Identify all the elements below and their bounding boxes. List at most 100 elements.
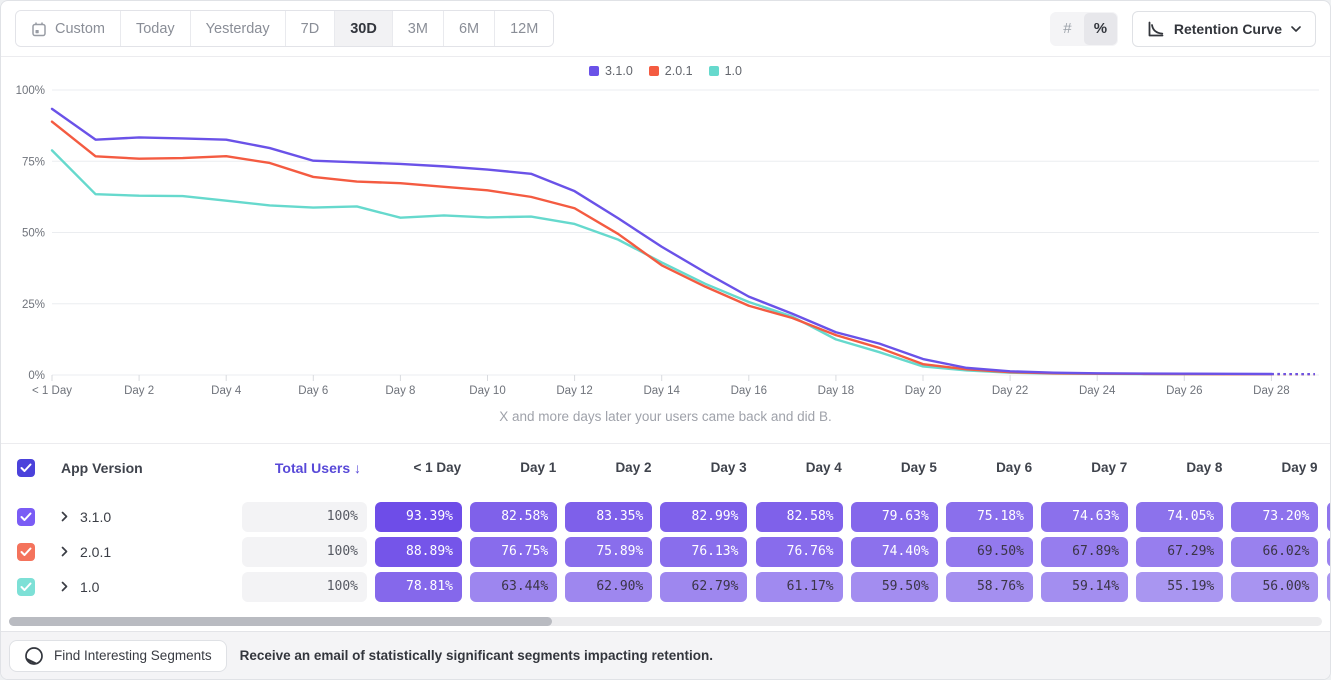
total-users-cell[interactable]: 100% [242,537,367,567]
range-3m-button[interactable]: 3M [392,11,443,46]
sort-descending-arrow: ↓ [354,460,361,476]
column-header-day[interactable]: Day 9 [1227,460,1322,475]
range-custom-button[interactable]: Custom [16,11,120,46]
retention-value-cell[interactable]: 82.58% [470,502,557,532]
retention-value-cell[interactable]: 69.50% [946,537,1033,567]
calendar-icon [31,21,47,37]
range-yesterday-button[interactable]: Yesterday [190,11,285,46]
retention-value-cell-clipped[interactable] [1327,537,1330,567]
svg-text:Day 22: Day 22 [992,385,1028,397]
legend-item-1-0[interactable]: 1.0 [709,64,742,78]
retention-value-cell[interactable]: 75.89% [565,537,652,567]
toolbar: Custom Today Yesterday 7D 30D 3M 6M 12M … [1,1,1330,57]
segments-icon [24,646,44,666]
total-users-cell[interactable]: 100% [242,572,367,602]
row-checkbox[interactable] [17,543,35,561]
footer-message: Receive an email of statistically signif… [240,648,713,663]
row-expander-chevron-icon[interactable] [61,581,68,592]
column-header-day[interactable]: Day 2 [561,460,656,475]
total-users-cell[interactable]: 100% [242,502,367,532]
retention-value-cell[interactable]: 82.58% [756,502,843,532]
legend-item-3-1-0[interactable]: 3.1.0 [589,64,633,78]
retention-value-cell[interactable]: 56.00% [1231,572,1318,602]
retention-value-cell[interactable]: 83.35% [565,502,652,532]
column-header-day[interactable]: Day 8 [1132,460,1227,475]
retention-value-cell[interactable]: 59.14% [1041,572,1128,602]
unit-toggle: # % [1050,12,1118,46]
range-6m-button[interactable]: 6M [443,11,494,46]
svg-text:Day 6: Day 6 [298,385,328,397]
retention-value-cell[interactable]: 76.75% [470,537,557,567]
retention-value-cell[interactable]: 58.76% [946,572,1033,602]
table-row: 1.0 100% 78.81% 63.44% 62.90% 62.79% 61.17% 59.… [1,569,1330,604]
retention-value-cell-clipped[interactable] [1327,572,1330,602]
row-expander-chevron-icon[interactable] [61,546,68,557]
percent-icon: % [1094,20,1107,37]
unit-number-button[interactable]: # [1051,13,1084,45]
svg-text:25%: 25% [22,299,45,311]
svg-text:Day 12: Day 12 [556,385,592,397]
view-selector-dropdown[interactable]: Retention Curve [1132,11,1316,47]
line-chart-plot[interactable]: 0%25%50%75%100%< 1 DayDay 2Day 4Day 6Day… [1,57,1331,403]
retention-value-cell[interactable]: 62.90% [565,572,652,602]
retention-value-cell-clipped[interactable] [1327,502,1330,532]
retention-value-cell[interactable]: 59.50% [851,572,938,602]
retention-value-cell[interactable]: 73.20% [1231,502,1318,532]
app-version-label: 1.0 [80,579,99,595]
retention-value-cell[interactable]: 55.19% [1136,572,1223,602]
retention-value-cell[interactable]: 74.40% [851,537,938,567]
legend-item-2-0-1[interactable]: 2.0.1 [649,64,693,78]
column-header-day[interactable]: Day 7 [1037,460,1132,475]
retention-value-cell[interactable]: 63.44% [470,572,557,602]
retention-value-cell[interactable]: 82.99% [660,502,747,532]
retention-value-cell[interactable]: 75.18% [946,502,1033,532]
row-checkbox[interactable] [17,578,35,596]
retention-value-cell[interactable]: 78.81% [375,572,462,602]
unit-percent-button[interactable]: % [1084,13,1117,45]
svg-text:Day 16: Day 16 [731,385,767,397]
find-interesting-segments-button[interactable]: Find Interesting Segments [9,640,227,672]
retention-value-cell[interactable]: 61.17% [756,572,843,602]
column-header-day[interactable]: < 1 Day [371,460,466,475]
retention-value-cell[interactable]: 74.63% [1041,502,1128,532]
svg-text:Day 10: Day 10 [469,385,505,397]
retention-value-cell[interactable]: 67.29% [1136,537,1223,567]
retention-value-cell[interactable]: 76.76% [756,537,843,567]
range-7d-button[interactable]: 7D [285,11,335,46]
table-body: 3.1.0100%93.39%82.58%83.35%82.99%82.58%7… [1,491,1330,604]
column-header-day[interactable]: Day 6 [942,460,1037,475]
retention-value-cell[interactable]: 66.02% [1231,537,1318,567]
retention-value-cell[interactable]: 79.63% [851,502,938,532]
footer-bar: Find Interesting Segments Receive an ema… [1,631,1330,679]
retention-value-cell[interactable]: 62.79% [660,572,747,602]
column-header-day[interactable]: Day 3 [656,460,751,475]
scrollbar-track[interactable] [9,617,1322,626]
svg-text:0%: 0% [28,370,45,382]
range-12m-button[interactable]: 12M [494,11,553,46]
range-label: Custom [55,21,105,37]
range-today-button[interactable]: Today [120,11,190,46]
row-checkbox[interactable] [17,508,35,526]
select-all-checkbox[interactable] [17,459,35,477]
toolbar-right: # % Retention Curve [1050,11,1316,47]
column-header-total-users[interactable]: Total Users ↓ [238,460,371,476]
retention-value-cell[interactable]: 67.89% [1041,537,1128,567]
svg-text:Day 14: Day 14 [643,385,680,397]
legend-swatch [709,66,719,76]
column-header-day[interactable]: Day 4 [752,460,847,475]
svg-text:Day 2: Day 2 [124,385,154,397]
svg-text:< 1 Day: < 1 Day [32,385,72,397]
retention-value-cell[interactable]: 93.39% [375,502,462,532]
column-header-day[interactable]: Day 1 [466,460,561,475]
chart-subtitle: X and more days later your users came ba… [1,409,1330,424]
scrollbar-thumb[interactable] [9,617,552,626]
retention-value-cell[interactable]: 76.13% [660,537,747,567]
retention-value-cell[interactable]: 88.89% [375,537,462,567]
retention-value-cell[interactable]: 74.05% [1136,502,1223,532]
row-expander-chevron-icon[interactable] [61,511,68,522]
range-30d-button[interactable]: 30D [334,11,392,46]
legend-swatch [649,66,659,76]
chevron-down-icon [1291,26,1301,32]
column-header-app-version: App Version [45,460,238,476]
column-header-day[interactable]: Day 5 [847,460,942,475]
